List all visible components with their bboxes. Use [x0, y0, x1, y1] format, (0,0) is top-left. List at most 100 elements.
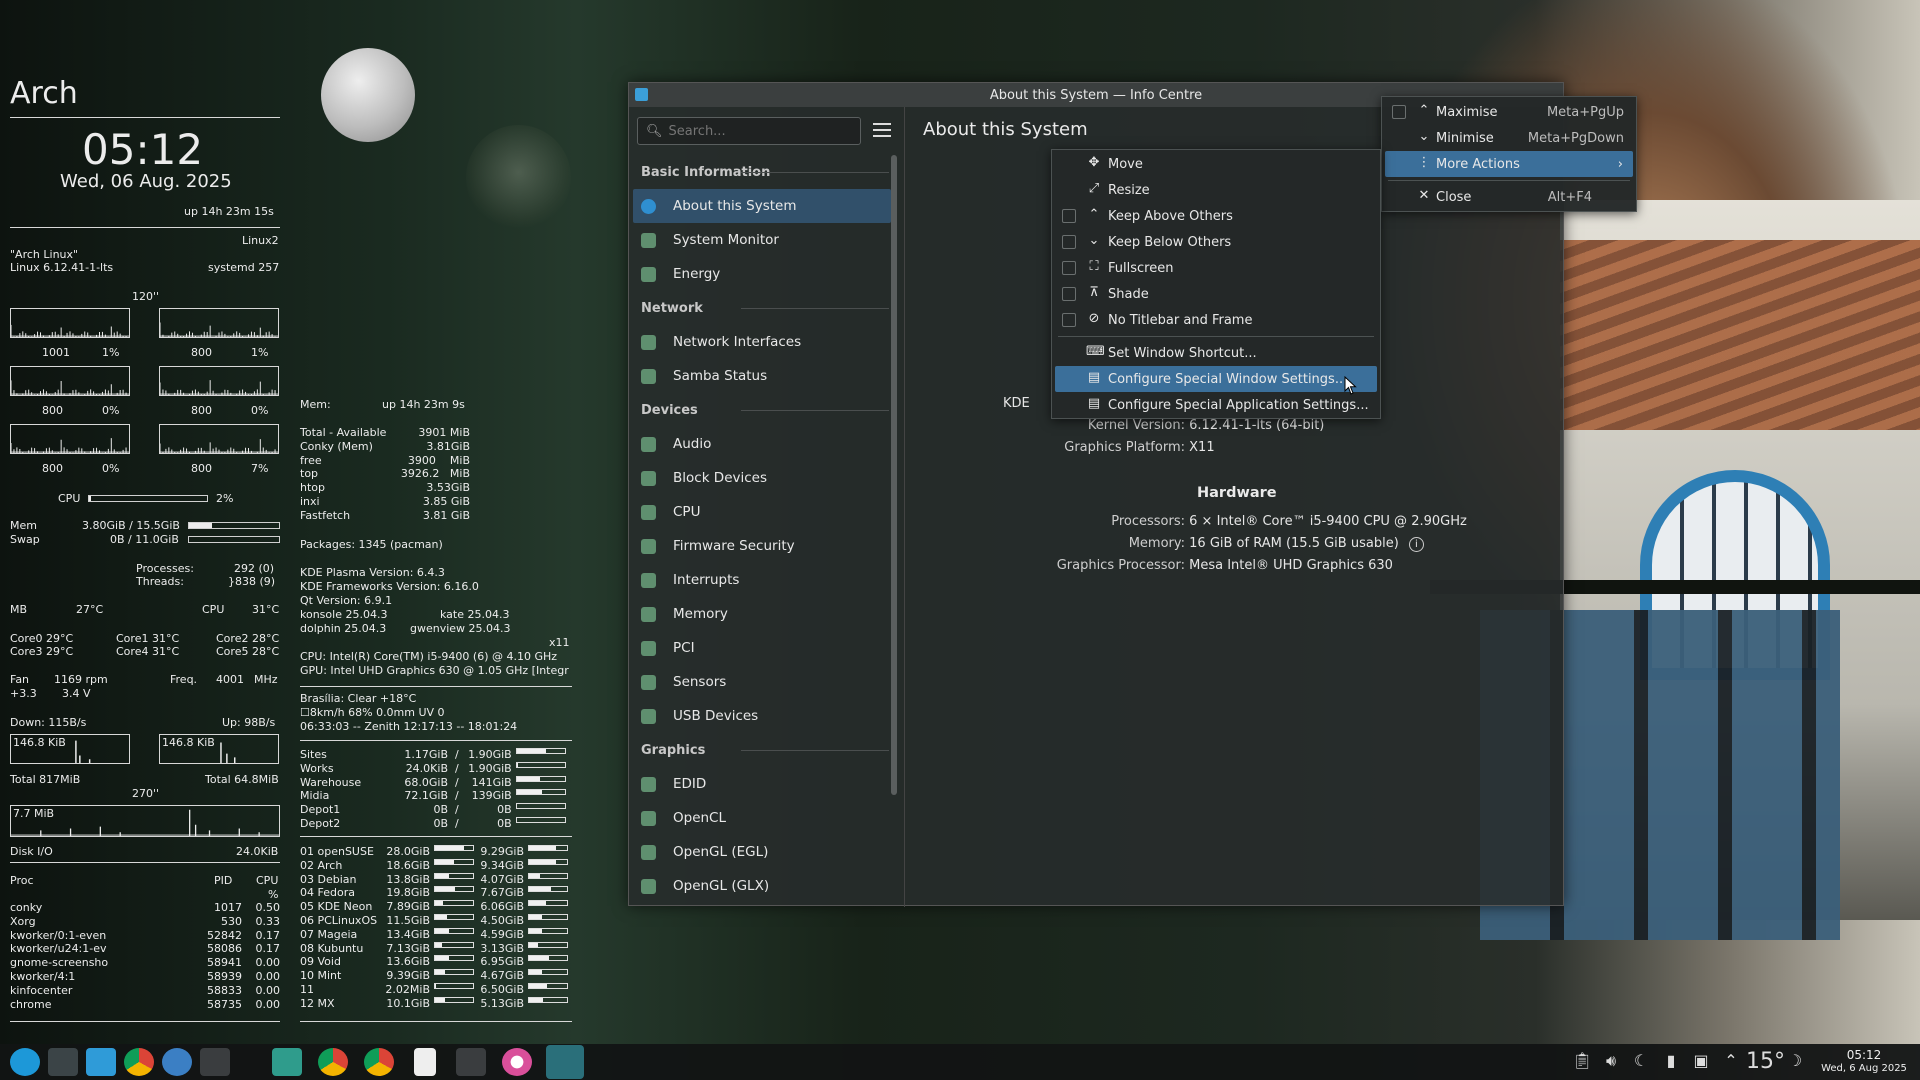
sidebar-item-opengl-egl-[interactable]: OpenGL (EGL): [633, 835, 891, 869]
mem-bar-fill: [189, 523, 212, 528]
window-title: About this System — Info Centre: [989, 87, 1203, 103]
task-chrome-icon[interactable]: [364, 1048, 394, 1076]
checkbox[interactable]: [1062, 313, 1076, 327]
menu-item-close[interactable]: ✕ Close Alt+F4: [1382, 184, 1636, 210]
total-down: Total 817MiB: [10, 773, 81, 786]
hamburger-menu-icon[interactable]: [873, 123, 891, 137]
checkbox[interactable]: [1062, 235, 1076, 249]
info-icon[interactable]: i: [1408, 537, 1424, 552]
app-icon[interactable]: [635, 88, 648, 101]
menu-item-configure-application[interactable]: ▤ Configure Special Application Settings.…: [1052, 392, 1380, 418]
cpu-core-graph: [159, 366, 279, 396]
mem-row-value: 3.81GiB: [426, 439, 470, 453]
table-row: 08 Kubuntu 7.13GiB 3.13GiB: [300, 941, 572, 956]
menu-item-more-actions[interactable]: ⋮ More Actions ›: [1385, 151, 1633, 177]
night-light-icon[interactable]: ☾: [1632, 1052, 1650, 1070]
distro-used: 10.1GiB: [386, 996, 430, 1010]
sidebar-item-pci[interactable]: PCI: [633, 631, 891, 665]
weather-temp[interactable]: 15°: [1746, 1049, 1785, 1074]
sidebar-item-about-this-system[interactable]: About this System: [633, 189, 891, 223]
checkbox[interactable]: [1062, 261, 1076, 275]
menu-item-set-shortcut[interactable]: ⌨ Set Window Shortcut...: [1052, 340, 1380, 366]
expand-tray-icon[interactable]: ⌃: [1722, 1052, 1740, 1070]
search-field[interactable]: 🔍︎: [637, 117, 861, 145]
table-row: Works 24.0KiB / 1.90GiB: [300, 761, 572, 776]
distro-name: 07 Mageia: [300, 927, 358, 941]
battery-icon[interactable]: ▮: [1662, 1052, 1680, 1070]
mem-row-label: Total - Available: [300, 426, 387, 439]
system-settings-icon[interactable]: [48, 1048, 78, 1076]
table-row: kinfocenter 58833 0.00: [10, 984, 280, 998]
sidebar-item-audio[interactable]: Audio: [633, 427, 891, 461]
kernel-row: Kernel Version: 6.12.41-1-lts (64-bit): [905, 418, 1325, 433]
clipboard-icon[interactable]: 📋︎: [1572, 1052, 1592, 1070]
sidebar-item-interrupts[interactable]: Interrupts: [633, 563, 891, 597]
kde-label-partial: KDE: [1003, 396, 1030, 411]
kate-version: kate 25.04.3: [440, 608, 510, 621]
dolphin-version: dolphin 25.04.3: [300, 622, 387, 635]
menu-item-keep-below[interactable]: ⌄ Keep Below Others: [1052, 229, 1380, 255]
interval-2: 270'': [132, 787, 160, 800]
sidebar-item-edid[interactable]: EDID: [633, 767, 891, 801]
disk-name: Depot2: [300, 816, 341, 830]
down-peak: 146.8 KiB: [13, 736, 66, 749]
disk-name: Works: [300, 761, 334, 775]
sidebar-item-cpu[interactable]: CPU: [633, 495, 891, 529]
network-icon[interactable]: ▣: [1692, 1052, 1710, 1070]
digital-clock[interactable]: 05:12 Wed, 6 Aug 2025: [1820, 1049, 1908, 1075]
menu-item-maximise[interactable]: ⌃ Maximise Meta+PgUp: [1382, 99, 1636, 125]
checkbox[interactable]: [1062, 287, 1076, 301]
search-input[interactable]: [668, 123, 849, 139]
task-terminal-icon[interactable]: [456, 1048, 486, 1076]
menu-item-no-titlebar[interactable]: ⊘ No Titlebar and Frame: [1052, 307, 1380, 333]
menu-item-resize[interactable]: ⤢ Resize: [1052, 177, 1380, 203]
sidebar-item-firmware-security[interactable]: Firmware Security: [633, 529, 891, 563]
volume-icon[interactable]: 🔊︎: [1602, 1052, 1620, 1070]
sidebar-item-sensors[interactable]: Sensors: [633, 665, 891, 699]
sidebar-item-block-devices[interactable]: Block Devices: [633, 461, 891, 495]
file-manager-icon[interactable]: [86, 1048, 116, 1076]
kernel-value: 6.12.41-1-lts (64-bit): [1189, 418, 1325, 433]
sidebar-item-usb-devices[interactable]: USB Devices: [633, 699, 891, 733]
menu-label: Shade: [1108, 286, 1149, 302]
sidebar-scrollbar[interactable]: [891, 155, 897, 795]
platform-row: Graphics Platform: X11: [905, 440, 1214, 455]
disk-total: 1.90GiB: [468, 761, 512, 775]
task-document-icon[interactable]: [414, 1048, 436, 1076]
menu-item-move[interactable]: ✥ Move: [1052, 151, 1380, 177]
sidebar-item-opengl-glx-[interactable]: OpenGL (GLX): [633, 869, 891, 903]
sidebar-item-samba-status[interactable]: Samba Status: [633, 359, 891, 393]
app-launcher-icon[interactable]: [10, 1048, 40, 1076]
disk-used: 68.0GiB: [404, 775, 448, 789]
wallpaper-roof: [1560, 240, 1920, 430]
menu-item-fullscreen[interactable]: ⛶ Fullscreen: [1052, 255, 1380, 281]
chrome-icon[interactable]: [124, 1048, 154, 1076]
platform-label: Graphics Platform:: [1064, 440, 1185, 455]
discover-icon[interactable]: [162, 1048, 192, 1076]
sidebar-item-energy[interactable]: Energy: [633, 257, 891, 291]
task-files-icon[interactable]: [272, 1048, 302, 1076]
checkbox[interactable]: [1062, 209, 1076, 223]
energy-icon: [641, 267, 656, 282]
checkbox[interactable]: [1392, 105, 1406, 119]
menu-item-shade[interactable]: ⊼ Shade: [1052, 281, 1380, 307]
conky-kind: Linux2: [242, 234, 279, 247]
menu-item-keep-above[interactable]: ⌃ Keep Above Others: [1052, 203, 1380, 229]
menu-item-configure-window[interactable]: ▤ Configure Special Window Settings...: [1055, 366, 1377, 392]
sidebar-item-label: PCI: [673, 640, 695, 656]
disk-sep: /: [448, 761, 466, 775]
weather-moon-icon[interactable]: ☽: [1786, 1052, 1804, 1070]
distro-bar-fill: [529, 942, 538, 947]
task-chrome-icon[interactable]: [318, 1048, 348, 1076]
menu-item-minimise[interactable]: ⌄ Minimise Meta+PgDown: [1382, 125, 1636, 151]
terminal-icon[interactable]: [200, 1048, 230, 1076]
task-media-icon[interactable]: [502, 1048, 532, 1076]
sidebar-item-memory[interactable]: Memory: [633, 597, 891, 631]
task-info-centre-icon[interactable]: [546, 1045, 584, 1079]
sidebar-item-network-interfaces[interactable]: Network Interfaces: [633, 325, 891, 359]
sidebar-item-opencl[interactable]: OpenCL: [633, 801, 891, 835]
keyboard-icon: ⌨: [1086, 344, 1105, 359]
chevron-right-icon: ›: [1617, 156, 1623, 172]
proc-cpu: 0.00: [255, 956, 281, 970]
sidebar-item-system-monitor[interactable]: System Monitor: [633, 223, 891, 257]
